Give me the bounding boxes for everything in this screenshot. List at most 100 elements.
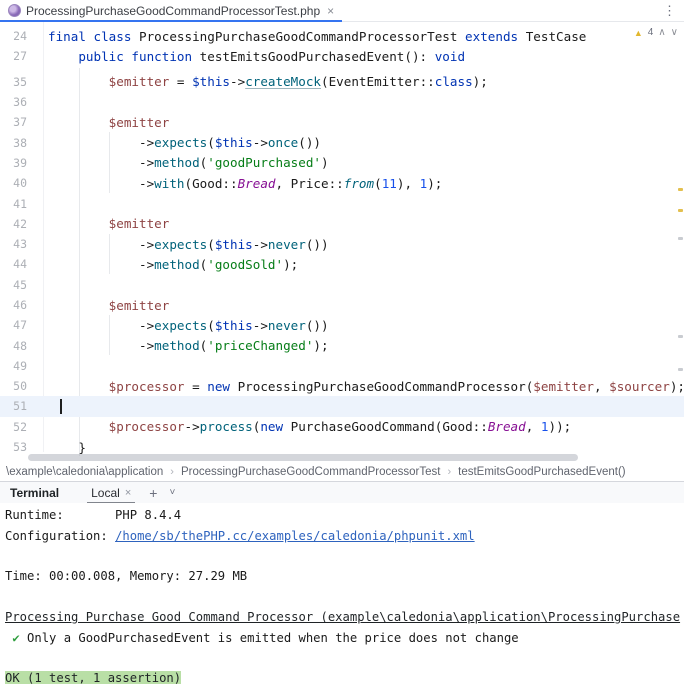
- code-lines: 24final class ProcessingPurchaseGoodComm…: [0, 26, 684, 457]
- code-line-36[interactable]: 36: [0, 92, 684, 112]
- next-warning-icon[interactable]: ∨: [671, 27, 678, 38]
- line-number: 49: [0, 359, 27, 373]
- php-test-file-icon: [8, 4, 21, 17]
- breadcrumb-item[interactable]: \example\caledonia\application: [6, 466, 163, 478]
- code-text: public function testEmitsGoodPurchasedEv…: [27, 46, 465, 66]
- code-line-35[interactable]: 35 $emitter = $this->createMock(EventEmi…: [0, 72, 684, 92]
- code-line-38[interactable]: 38 ->expects($this->once()): [0, 132, 684, 152]
- code-text: $processor = new ProcessingPurchaseGoodC…: [27, 376, 684, 396]
- code-line-24[interactable]: 24final class ProcessingPurchaseGoodComm…: [0, 26, 684, 46]
- code-text: [27, 396, 62, 416]
- line-number: 50: [0, 379, 27, 393]
- line-number: 40: [0, 176, 27, 190]
- terminal-text: Configuration:: [5, 529, 115, 543]
- prev-warning-icon[interactable]: ∧: [658, 27, 665, 38]
- terminal-row: Configuration: /home/sb/thePHP.cc/exampl…: [5, 525, 684, 545]
- line-number: 52: [0, 420, 27, 434]
- warning-stripe-mark[interactable]: [678, 188, 683, 191]
- terminal-text: ✔: [5, 631, 20, 645]
- code-text: $processor->process(new PurchaseGoodComm…: [27, 417, 571, 437]
- code-line-37[interactable]: 37 $emitter: [0, 112, 684, 132]
- terminal-text: Time: 00:00.008, Memory: 27.29 MB: [5, 569, 247, 583]
- code-line-27[interactable]: 27 public function testEmitsGoodPurchase…: [0, 46, 684, 66]
- new-terminal-icon[interactable]: +: [149, 485, 157, 501]
- line-number: 39: [0, 156, 27, 170]
- tab-title: ProcessingPurchaseGoodCommandProcessorTe…: [26, 4, 320, 18]
- code-text: [27, 92, 48, 112]
- breadcrumb-item[interactable]: testEmitsGoodPurchasedEvent(): [458, 466, 625, 478]
- gray-stripe-mark[interactable]: [678, 335, 683, 338]
- line-number: 48: [0, 339, 27, 353]
- terminal-text: Runtime: PHP 8.4.4: [5, 508, 181, 522]
- terminal-link[interactable]: /home/sb/thePHP.cc/examples/caledonia/ph…: [115, 529, 475, 543]
- code-line-44[interactable]: 44 ->method('goodSold');: [0, 254, 684, 274]
- code-text: ->method('goodPurchased'): [27, 153, 329, 173]
- code-text: $emitter: [27, 295, 169, 315]
- code-editor[interactable]: 24final class ProcessingPurchaseGoodComm…: [0, 22, 684, 462]
- terminal-row: OK (1 test, 1 assertion): [5, 668, 684, 684]
- code-text: $emitter: [27, 214, 169, 234]
- code-line-48[interactable]: 48 ->method('priceChanged');: [0, 335, 684, 355]
- horizontal-scrollbar[interactable]: [28, 454, 578, 461]
- code-text: final class ProcessingPurchaseGoodComman…: [27, 26, 586, 46]
- code-line-50[interactable]: 50 $processor = new ProcessingPurchaseGo…: [0, 376, 684, 396]
- code-line-42[interactable]: 42 $emitter: [0, 214, 684, 234]
- terminal-text: OK (1 test, 1 assertion): [5, 671, 181, 684]
- terminal-row: [5, 648, 684, 668]
- terminal-row: Processing Purchase Good Command Process…: [5, 607, 684, 627]
- terminal-tab-local[interactable]: Local ×: [87, 482, 135, 504]
- code-text: $emitter = $this->createMock(EventEmitte…: [27, 72, 488, 92]
- line-number: 36: [0, 95, 27, 109]
- more-options-icon[interactable]: ⋮: [663, 3, 676, 19]
- inspections-widget[interactable]: ▲ 4 ∧ ∨: [634, 27, 678, 38]
- code-line-46[interactable]: 46 $emitter: [0, 295, 684, 315]
- code-text: [27, 275, 48, 295]
- code-text: [27, 193, 48, 213]
- line-number: 37: [0, 115, 27, 129]
- code-line-43[interactable]: 43 ->expects($this->never()): [0, 234, 684, 254]
- code-text: $emitter: [27, 112, 169, 132]
- breadcrumb-separator: ›: [447, 466, 451, 478]
- line-number: 35: [0, 75, 27, 89]
- code-text: ->with(Good::Bread, Price::from(11), 1);: [27, 173, 442, 193]
- code-line-41[interactable]: 41: [0, 193, 684, 213]
- terminal-toolbar: Terminal Local × + ˅: [0, 481, 684, 503]
- code-text: ->expects($this->once()): [27, 132, 321, 152]
- warning-stripe-mark[interactable]: [678, 209, 683, 212]
- chevron-down-icon[interactable]: ˅: [169, 487, 175, 498]
- code-text: ->expects($this->never()): [27, 234, 329, 254]
- terminal-row: Time: 00:00.008, Memory: 27.29 MB: [5, 566, 684, 586]
- line-number: 42: [0, 217, 27, 231]
- code-text: ->method('priceChanged');: [27, 335, 329, 355]
- line-number: 47: [0, 318, 27, 332]
- line-number: 53: [0, 440, 27, 454]
- code-text: ->method('goodSold');: [27, 254, 298, 274]
- text-caret: [60, 399, 62, 414]
- code-line-52[interactable]: 52 $processor->process(new PurchaseGoodC…: [0, 417, 684, 437]
- terminal-tab-close-icon[interactable]: ×: [125, 487, 131, 499]
- breadcrumb: \example\caledonia\application › Processin…: [0, 462, 684, 481]
- terminal-tab-label: Local: [91, 486, 120, 500]
- code-line-47[interactable]: 47 ->expects($this->never()): [0, 315, 684, 335]
- gray-stripe-mark[interactable]: [678, 237, 683, 240]
- code-line-51[interactable]: 51: [0, 396, 684, 416]
- terminal-output[interactable]: Runtime: PHP 8.4.4 Configuration: /home/s…: [0, 503, 684, 684]
- warning-count: 4: [648, 27, 654, 38]
- terminal-row: [5, 587, 684, 607]
- warning-icon: ▲: [634, 28, 643, 38]
- code-line-39[interactable]: 39 ->method('goodPurchased'): [0, 153, 684, 173]
- tab-file[interactable]: ProcessingPurchaseGoodCommandProcessorTe…: [0, 0, 342, 22]
- code-line-49[interactable]: 49: [0, 356, 684, 376]
- breadcrumb-item[interactable]: ProcessingPurchaseGoodCommandProcessorTe…: [181, 466, 441, 478]
- gray-stripe-mark[interactable]: [678, 368, 683, 371]
- line-number: 44: [0, 257, 27, 271]
- code-line-45[interactable]: 45: [0, 275, 684, 295]
- terminal-row: Runtime: PHP 8.4.4: [5, 505, 684, 525]
- line-number: 41: [0, 197, 27, 211]
- terminal-row: ✔ Only a GoodPurchasedEvent is emitted w…: [5, 627, 684, 647]
- code-line-40[interactable]: 40 ->with(Good::Bread, Price::from(11), …: [0, 173, 684, 193]
- line-number: 24: [0, 29, 27, 43]
- terminal-panel-title: Terminal: [10, 486, 59, 500]
- terminal-text: Only a GoodPurchasedEvent is emitted whe…: [20, 631, 519, 645]
- tab-close-icon[interactable]: ×: [327, 4, 334, 18]
